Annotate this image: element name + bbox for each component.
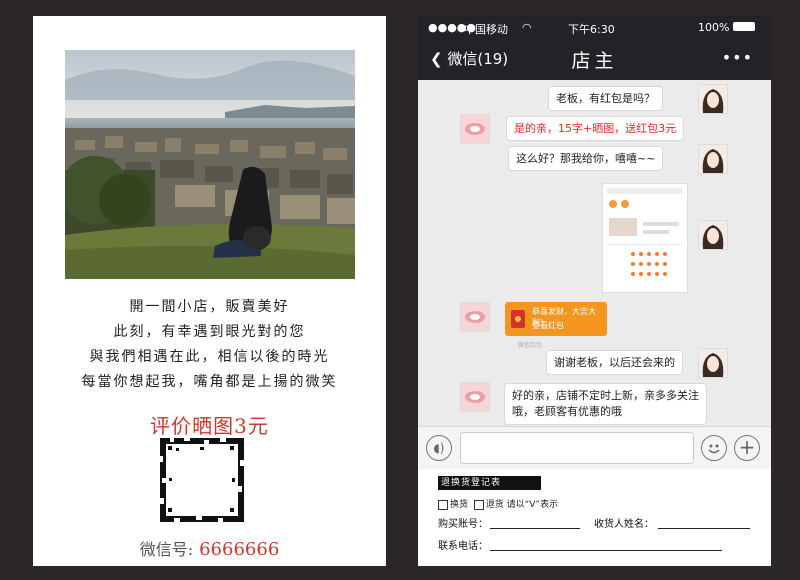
- form-title: 退换货登记表: [438, 476, 541, 490]
- qr-code[interactable]: [160, 438, 244, 522]
- red-packet-message[interactable]: 恭喜发财，大吉大利！ 查看红包: [505, 302, 607, 336]
- recipient-label: 收货人姓名：: [594, 519, 654, 530]
- message-bubble: 老板，有红包是吗？: [548, 86, 663, 111]
- status-bar: ●●●●● 中国移动 ◠ 下午6:30 100%: [418, 16, 771, 38]
- form-options: 换货 退货 请以“V”表示: [438, 497, 558, 510]
- review-promo-text: 评价晒图3元: [150, 414, 269, 438]
- customer-avatar[interactable]: [698, 84, 728, 114]
- poem-line-3: 與我們相遇在此，相信以後的時光: [89, 349, 330, 365]
- shop-avatar[interactable]: [460, 114, 490, 144]
- return-checkbox[interactable]: [473, 499, 484, 510]
- screenshot-image-message[interactable]: [602, 183, 688, 293]
- message-line-1: 好的亲，店铺不定时上新，亲多多关注: [512, 389, 699, 402]
- shop-avatar[interactable]: [460, 302, 490, 332]
- emoji-icon[interactable]: [701, 435, 727, 461]
- red-packet-caption: 微信红包: [518, 342, 543, 349]
- customer-avatar[interactable]: [698, 220, 728, 250]
- chat-title: 店主: [571, 50, 618, 72]
- customer-avatar[interactable]: [698, 348, 728, 378]
- poem-line-1: 開一間小店，販賣美好: [129, 299, 290, 315]
- message-bubble: 好的亲，店铺不定时上新，亲多多关注 哦，老顾客有优惠的哦: [504, 383, 707, 425]
- chat-input-bar: ◖) +: [418, 426, 771, 469]
- message-bubble: 这么好？那我给你，嘻嘻~~: [508, 146, 664, 171]
- message-input[interactable]: [460, 432, 694, 464]
- wechat-id-value: 6666666: [199, 539, 280, 560]
- cityscape-photo: [65, 50, 355, 279]
- poster-card: 開一間小店，販賣美好 此刻，有幸遇到眼光對的您 與我們相遇在此，相信以後的時光 …: [33, 16, 386, 566]
- red-envelope-icon: [511, 310, 525, 328]
- carrier-name: 中国移动: [464, 23, 508, 36]
- exchange-label: 换货: [450, 500, 469, 510]
- exchange-checkbox[interactable]: [438, 499, 448, 510]
- chat-area[interactable]: 老板，有红包是吗？ 是的亲，15字+晒图，送红包3元 这么好？那我给你，嘻嘻~~: [418, 80, 771, 426]
- status-time: 下午6:30: [568, 23, 615, 36]
- return-label: 退货 请以“V”表示: [485, 500, 559, 510]
- battery-level: 100%: [698, 21, 730, 34]
- poem-line-4: 每當你想起我，嘴角都是上揚的微笑: [81, 374, 338, 390]
- voice-icon[interactable]: ◖): [426, 435, 452, 461]
- red-packet-view: 查看红包: [532, 321, 564, 330]
- wifi-icon: ◠: [522, 21, 532, 34]
- message-bubble: 是的亲，15字+晒图，送红包3元: [506, 116, 685, 141]
- phone-field[interactable]: [490, 550, 722, 551]
- wechat-id-line: 微信号: 6666666: [33, 536, 386, 560]
- more-menu-icon[interactable]: •••: [722, 48, 753, 67]
- chat-nav-bar: ❮ 微信(19) 店主 •••: [418, 38, 771, 80]
- recipient-field[interactable]: [658, 528, 750, 529]
- plus-icon[interactable]: +: [734, 435, 760, 461]
- battery-icon: [733, 22, 755, 31]
- message-line-2: 哦，老顾客有优惠的哦: [512, 405, 622, 418]
- account-field[interactable]: [490, 528, 580, 529]
- chat-card: ●●●●● 中国移动 ◠ 下午6:30 100% ❮ 微信(19) 店主 •••…: [418, 16, 771, 566]
- account-label: 购买账号：: [438, 519, 488, 530]
- poem-line-2: 此刻，有幸遇到眼光對的您: [113, 324, 306, 340]
- shop-avatar[interactable]: [460, 382, 490, 412]
- customer-avatar[interactable]: [698, 144, 728, 174]
- phone-label: 联系电话：: [438, 541, 488, 552]
- wechat-id-label: 微信号:: [139, 540, 194, 559]
- message-bubble: 谢谢老板，以后还会来的: [546, 350, 683, 375]
